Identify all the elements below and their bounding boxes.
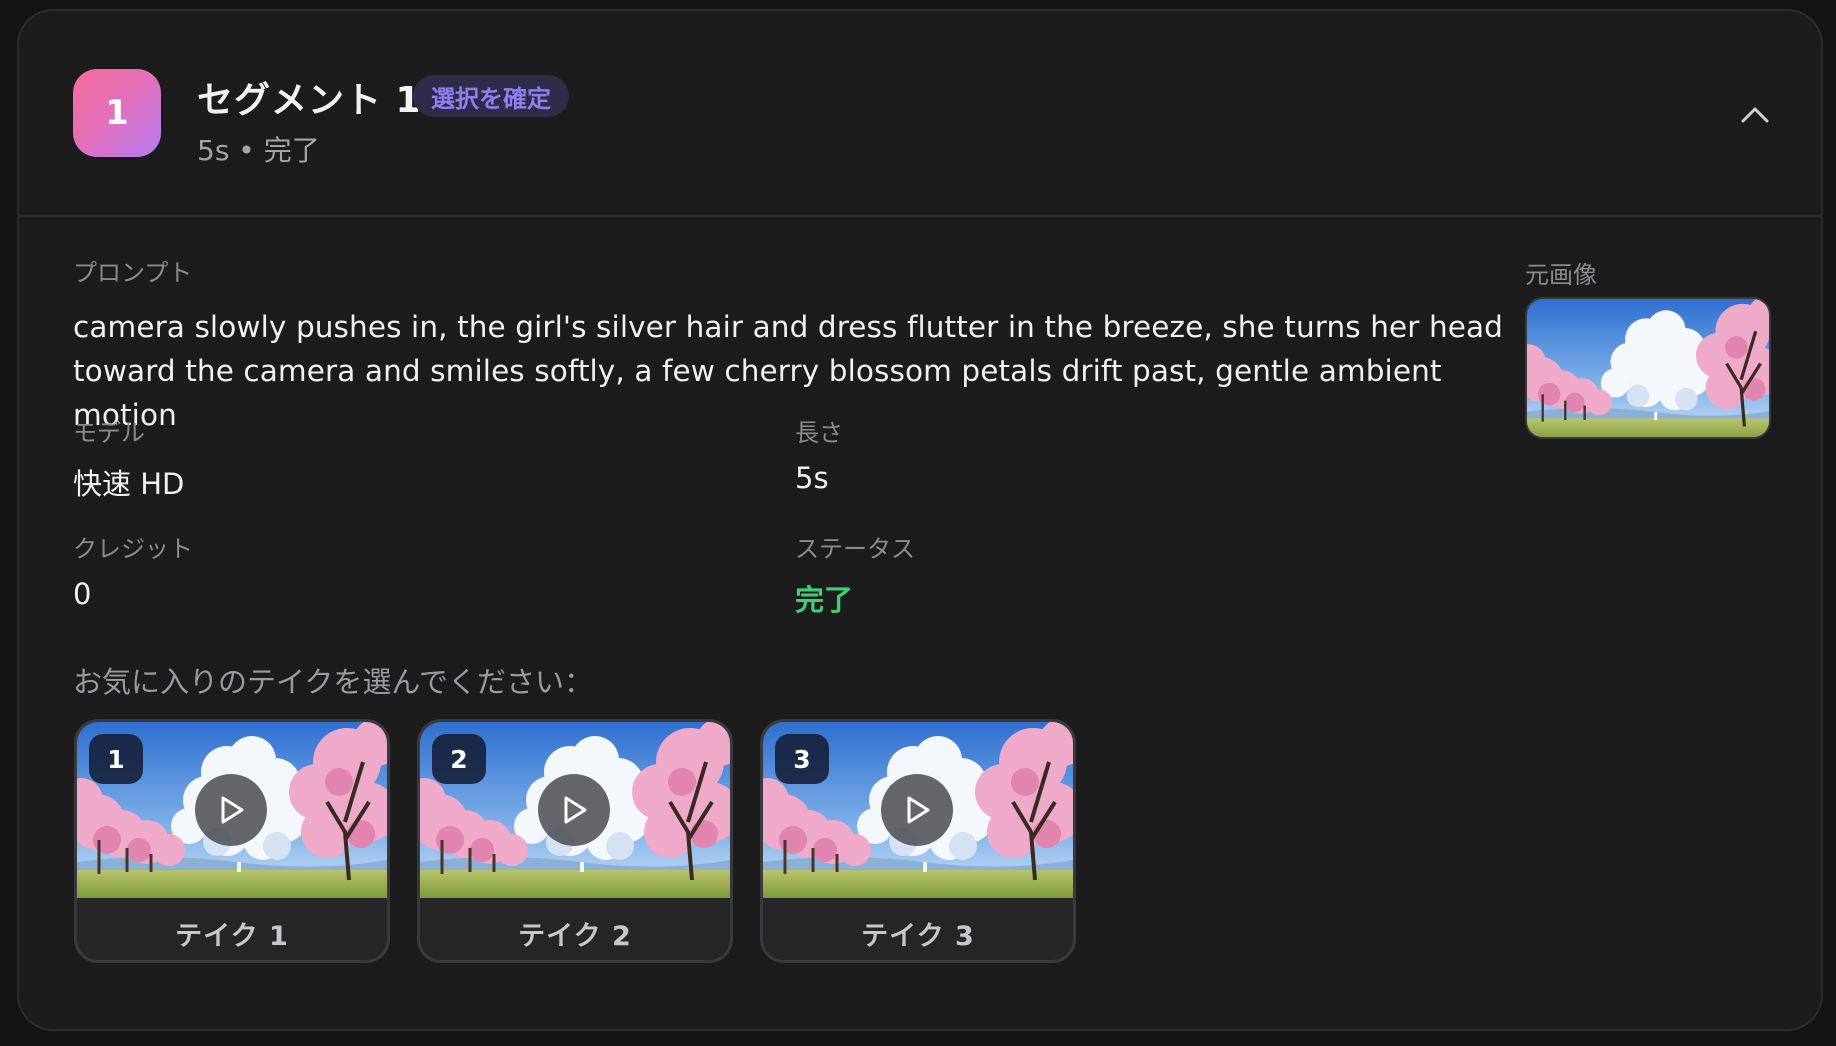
- confirm-selection-chip[interactable]: 選択を確定: [413, 75, 569, 117]
- play-button[interactable]: [881, 774, 953, 846]
- take-card-3[interactable]: 3 テイク 3: [760, 719, 1076, 963]
- confirm-selection-label: 選択を確定: [431, 84, 551, 113]
- take-number-badge: 1: [89, 734, 143, 784]
- source-image-label: 元画像: [1525, 261, 1597, 289]
- status-value: 完了: [795, 583, 854, 617]
- prompt-label: プロンプト: [73, 259, 193, 287]
- take-label: テイク 2: [518, 921, 632, 952]
- take-number-badge: 3: [775, 734, 829, 784]
- take-label: テイク 1: [175, 921, 289, 952]
- play-button[interactable]: [538, 774, 610, 846]
- take-card-1[interactable]: 1 テイク 1: [74, 719, 390, 963]
- length-value: 5s: [795, 461, 829, 495]
- chevron-up-icon: [1741, 107, 1769, 123]
- model-value: 快速 HD: [73, 467, 185, 501]
- pick-take-prompt: お気に入りのテイクを選んでください：: [73, 665, 593, 699]
- status-label: ステータス: [795, 535, 915, 563]
- segment-number-badge: 1: [73, 69, 161, 157]
- length-label: 長さ: [795, 419, 843, 447]
- segment-card: 1 セグメント 1 選択を確定 5s • 完了 プロンプト camera slo…: [17, 9, 1823, 1031]
- segment-subtitle: 5s • 完了: [197, 134, 320, 167]
- take-number-badge: 2: [432, 734, 486, 784]
- play-icon: [564, 796, 587, 824]
- model-label: モデル: [73, 419, 145, 447]
- segment-number: 1: [105, 93, 129, 133]
- collapse-button[interactable]: [1733, 93, 1777, 137]
- credits-value: 0: [73, 577, 92, 611]
- play-icon: [907, 796, 930, 824]
- play-icon: [221, 796, 244, 824]
- credits-label: クレジット: [73, 535, 193, 563]
- take-label: テイク 3: [861, 921, 975, 952]
- source-image: [1527, 299, 1769, 437]
- segment-header[interactable]: 1 セグメント 1 選択を確定 5s • 完了: [19, 11, 1821, 217]
- play-button[interactable]: [195, 774, 267, 846]
- source-image-thumbnail[interactable]: [1525, 297, 1771, 439]
- prompt-text: camera slowly pushes in, the girl's silv…: [73, 310, 1503, 432]
- segment-title: セグメント 1: [197, 80, 422, 121]
- take-card-2[interactable]: 2 テイク 2: [417, 719, 733, 963]
